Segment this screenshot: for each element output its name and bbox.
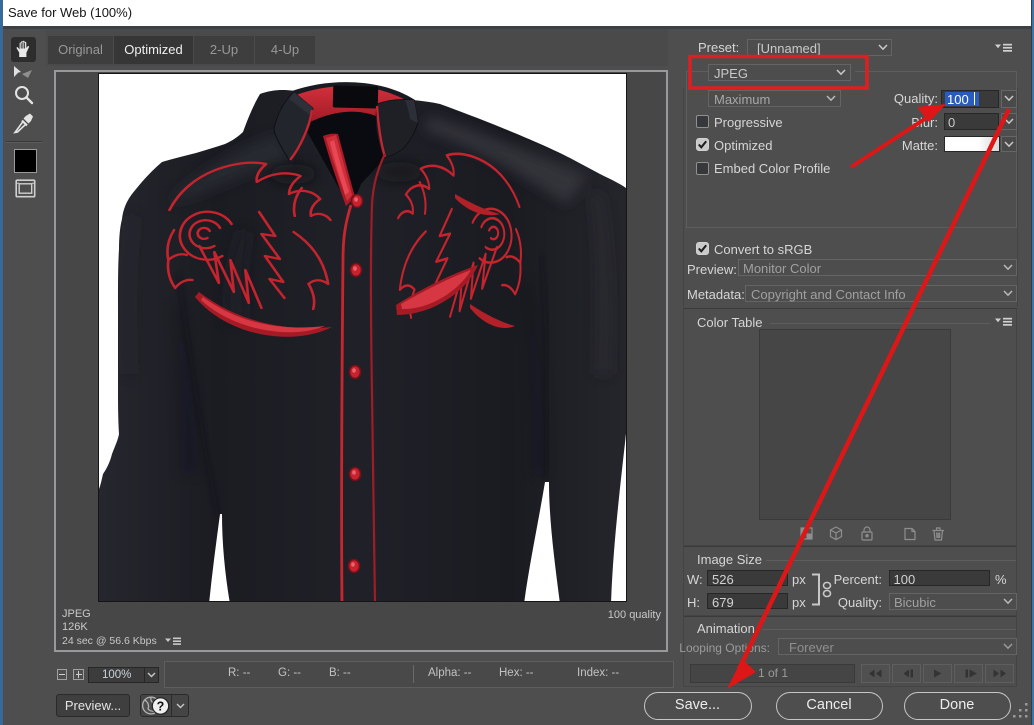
svg-text:?: ? — [157, 699, 165, 713]
